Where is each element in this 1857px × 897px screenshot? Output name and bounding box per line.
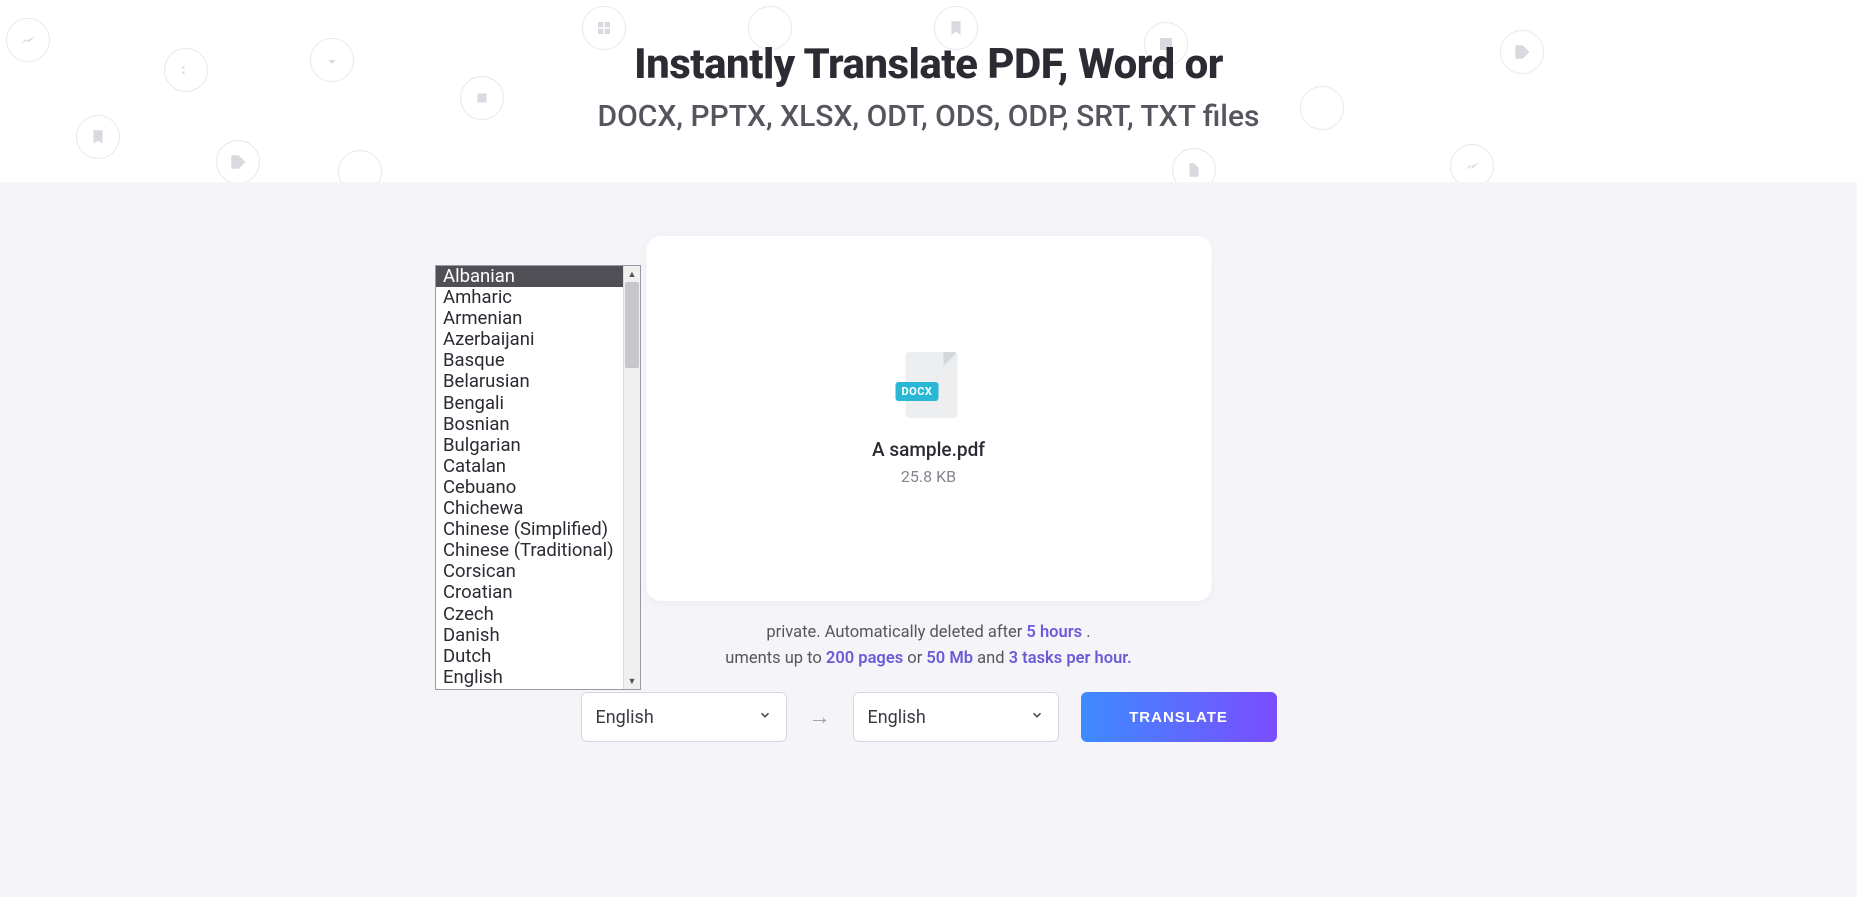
info-line2-mid2: and: [973, 649, 1009, 668]
dropdown-item[interactable]: Catalan: [436, 456, 623, 477]
source-language-value: English: [596, 707, 654, 728]
dropdown-list: AlbanianAmharicArmenianAzerbaijaniBasque…: [436, 266, 623, 689]
scroll-thumb[interactable]: [625, 282, 639, 368]
dropdown-item[interactable]: Azerbaijani: [436, 329, 623, 350]
dropdown-scrollbar[interactable]: ▲ ▼: [623, 266, 640, 689]
info-line1-mid: private. Automatically deleted after: [766, 623, 1026, 642]
dropdown-item[interactable]: Bosnian: [436, 414, 623, 435]
dropdown-item[interactable]: Danish: [436, 625, 623, 646]
hero-title: Instantly Translate PDF, Word or: [0, 40, 1857, 89]
arrow-icon: →: [809, 704, 831, 730]
file-icon: DOCX: [900, 352, 958, 424]
chevron-down-icon: [758, 708, 772, 726]
dropdown-item[interactable]: Czech: [436, 604, 623, 625]
dropdown-item[interactable]: Chinese (Simplified): [436, 519, 623, 540]
language-dropdown[interactable]: AlbanianAmharicArmenianAzerbaijaniBasque…: [435, 265, 641, 690]
dropdown-item[interactable]: Belarusian: [436, 371, 623, 392]
dropdown-item[interactable]: Cebuano: [436, 477, 623, 498]
dropdown-item[interactable]: Dutch: [436, 646, 623, 667]
scroll-down-icon[interactable]: ▼: [624, 673, 640, 689]
dropdown-item[interactable]: English: [436, 667, 623, 688]
file-size: 25.8 KB: [872, 467, 985, 486]
info-line2-mid1: or: [903, 649, 926, 668]
dropdown-item[interactable]: Basque: [436, 350, 623, 371]
file-name: A sample.pdf: [872, 438, 985, 461]
dropdown-item[interactable]: Corsican: [436, 561, 623, 582]
scroll-up-icon[interactable]: ▲: [624, 266, 640, 282]
dropdown-item[interactable]: Chichewa: [436, 498, 623, 519]
info-line2-pre: uments up to: [725, 649, 826, 668]
info-hours: 5 hours: [1026, 623, 1082, 642]
dropdown-item[interactable]: Armenian: [436, 308, 623, 329]
info-pages: 200 pages: [826, 649, 903, 668]
info-mb: 50 Mb: [926, 649, 973, 668]
file-type-badge: DOCX: [896, 382, 939, 401]
chevron-down-icon: [1030, 708, 1044, 726]
dropdown-item[interactable]: Croatian: [436, 582, 623, 603]
upload-card: DOCX A sample.pdf 25.8 KB: [646, 236, 1211, 601]
file-preview: DOCX A sample.pdf 25.8 KB: [872, 352, 985, 486]
deco-icon: [216, 140, 260, 184]
dropdown-item[interactable]: Chinese (Traditional): [436, 540, 623, 561]
source-language-select[interactable]: English: [581, 692, 787, 742]
dropdown-item[interactable]: Bulgarian: [436, 435, 623, 456]
hero: Instantly Translate PDF, Word or DOCX, P…: [0, 0, 1857, 134]
translate-button[interactable]: TRANSLATE: [1081, 692, 1277, 742]
hero-subtitle: DOCX, PPTX, XLSX, ODT, ODS, ODP, SRT, TX…: [0, 99, 1857, 134]
dropdown-item[interactable]: Albanian: [436, 266, 623, 287]
dropdown-item[interactable]: Amharic: [436, 287, 623, 308]
info-tasks: 3 tasks per hour.: [1009, 649, 1132, 668]
target-language-select[interactable]: English: [853, 692, 1059, 742]
info-line1-end: .: [1082, 623, 1090, 642]
dropdown-item[interactable]: Bengali: [436, 393, 623, 414]
controls-row: English → English TRANSLATE: [581, 692, 1277, 742]
target-language-value: English: [868, 707, 926, 728]
